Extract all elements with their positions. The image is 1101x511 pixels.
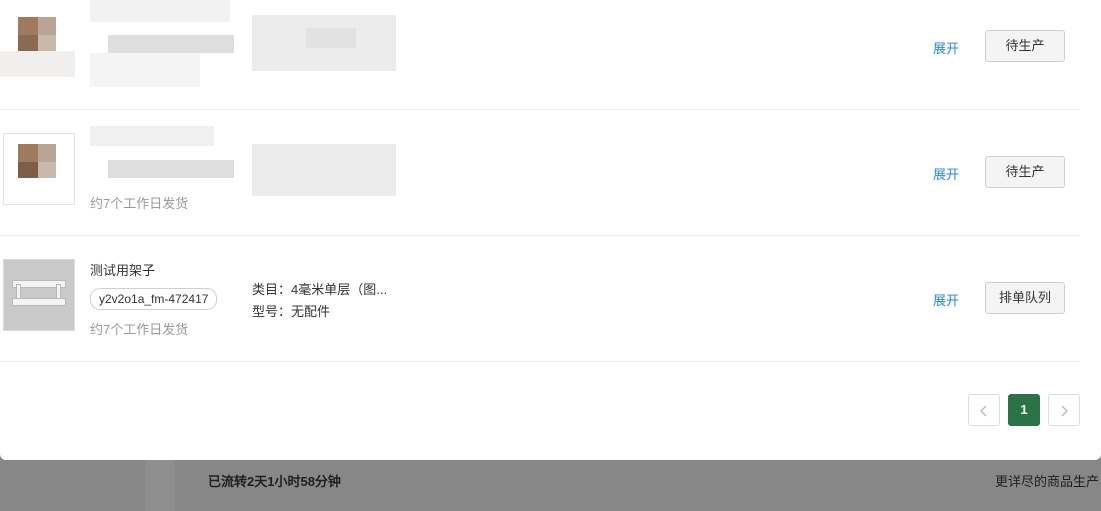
product-thumbnail	[3, 259, 75, 331]
pagination-page-current[interactable]: 1	[1008, 394, 1040, 426]
obscured-attributes	[252, 144, 396, 196]
status-button[interactable]: 排单队列	[985, 282, 1065, 314]
model-value: 无配件	[291, 304, 331, 319]
obscured-product-name	[90, 0, 230, 22]
model-attribute: 型号：无配件	[252, 301, 330, 320]
backdrop-panel	[145, 460, 175, 511]
obscured-info	[90, 53, 200, 87]
sku-tag: y2v2o1a_fm-472417	[90, 288, 218, 310]
elapsed-time-text: 已流转2天1小时58分钟	[208, 474, 341, 489]
shipping-estimate: 约7个工作日发货	[90, 196, 189, 211]
category-attribute: 类目：4毫米单层（图...	[252, 279, 387, 298]
expand-link[interactable]: 展开	[933, 164, 959, 183]
list-item: 约7个工作日发货 展开 待生产	[0, 109, 1080, 236]
list-item: 展开 待生产	[0, 0, 1080, 110]
pagination-prev-button[interactable]	[968, 394, 1000, 426]
obscured-sku	[108, 160, 234, 178]
backdrop-description-text: 更详尽的商品生产	[995, 474, 1100, 489]
status-button[interactable]: 待生产	[985, 30, 1065, 62]
chevron-left-icon	[980, 405, 987, 417]
model-label: 型号：	[252, 304, 292, 319]
product-thumbnail	[3, 133, 75, 205]
obscured-attribute-block	[306, 28, 356, 48]
status-button[interactable]: 待生产	[985, 156, 1065, 188]
expand-link[interactable]: 展开	[933, 290, 959, 309]
order-items-modal: 展开 待生产 约7个工作日发货 展开 待生产 测试用架子 y2v2o1a_fm-…	[0, 0, 1101, 460]
list-item: 测试用架子 y2v2o1a_fm-472417 约7个工作日发货 类目：4毫米单…	[0, 235, 1080, 362]
category-label: 类目：	[252, 282, 292, 297]
obscured-sku	[108, 35, 234, 53]
product-name: 测试用架子	[90, 263, 156, 278]
obscured-product-name	[90, 126, 214, 146]
product-thumbnail	[0, 7, 75, 79]
expand-link[interactable]: 展开	[933, 38, 959, 57]
pagination-next-button[interactable]	[1048, 394, 1080, 426]
chevron-right-icon	[1061, 405, 1068, 417]
shipping-estimate: 约7个工作日发货	[90, 322, 189, 337]
category-value: 4毫米单层（图...	[291, 282, 388, 297]
